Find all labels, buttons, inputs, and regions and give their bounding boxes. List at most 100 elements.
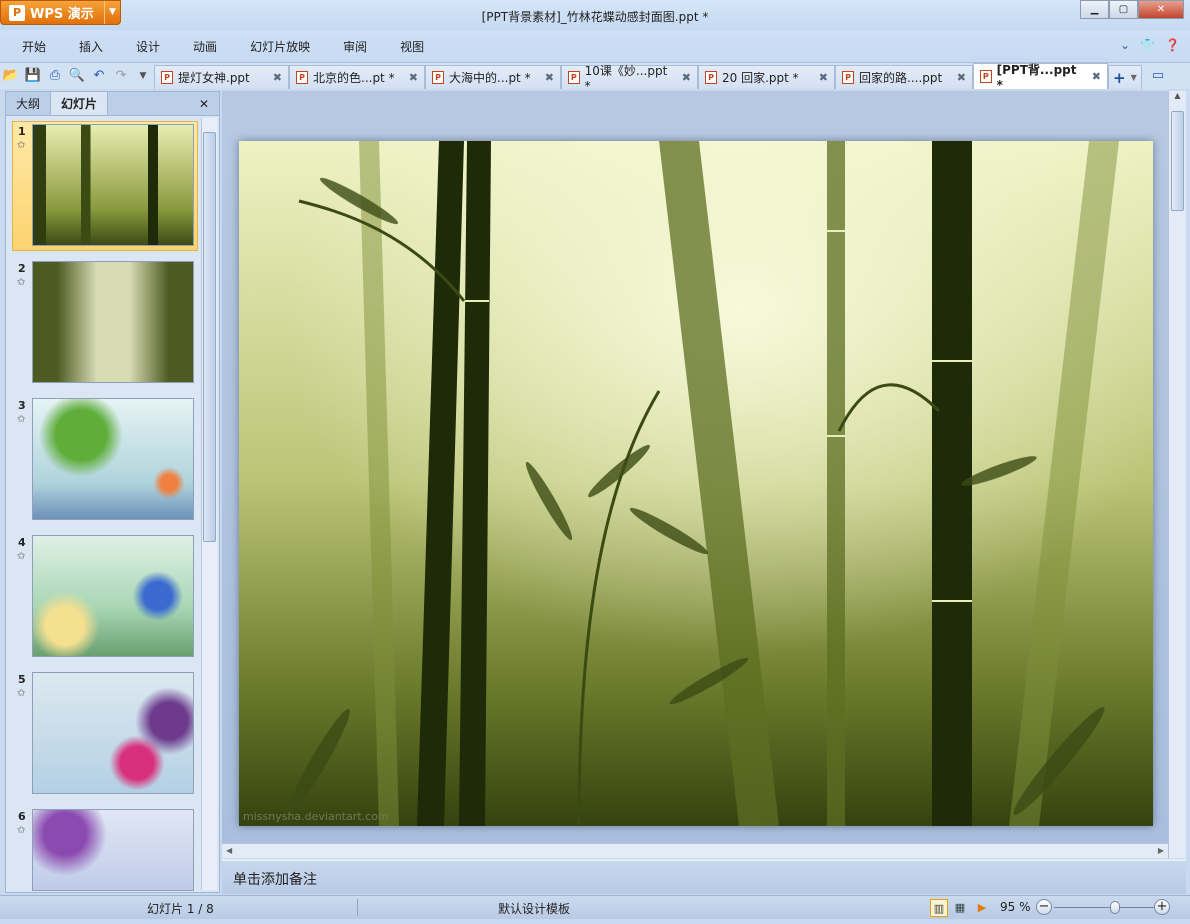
ppt-file-icon: P — [842, 71, 854, 84]
doc-tab-active[interactable]: P [PPT背...ppt * ✖ — [973, 63, 1108, 92]
slide-thumbnail-5[interactable] — [32, 672, 194, 794]
slide-thumbnail-1[interactable] — [32, 124, 194, 246]
slide-number: 2 — [18, 262, 26, 275]
slide-panel: 大纲 幻灯片 ✕ 1 ✩ 2 ✩ 3 ✩ 4 ✩ 5 ✩ 6 ✩ — [5, 91, 220, 893]
close-tab-icon[interactable]: ✖ — [1084, 70, 1101, 83]
print-preview-icon[interactable]: 🔍 — [67, 66, 87, 86]
status-bar: 幻灯片 1 / 8 默认设计模板 ▥ ▦ ▶ 95 % − + — [0, 895, 1190, 919]
design-template-label[interactable]: 默认设计模板 — [498, 900, 570, 917]
scroll-thumb[interactable] — [1171, 111, 1184, 211]
menu-animation[interactable]: 动画 — [193, 38, 217, 55]
menu-slideshow[interactable]: 幻灯片放映 — [250, 38, 310, 55]
new-tab-button[interactable]: + ▼ — [1108, 65, 1142, 89]
status-divider — [357, 899, 358, 916]
zoom-out-button[interactable]: − — [1036, 899, 1052, 915]
open-folder-icon[interactable]: 📂 — [1, 66, 21, 86]
panel-scrollbar[interactable] — [201, 118, 217, 890]
animation-star-icon: ✩ — [17, 825, 26, 836]
print-icon[interactable]: ⎙ — [45, 66, 65, 86]
tab-outline[interactable]: 大纲 — [6, 92, 50, 115]
tab-label: 提灯女神.ppt — [178, 71, 250, 85]
doc-tab[interactable]: P 北京的色...pt * ✖ — [289, 65, 425, 89]
window-title: [PPT背景素材]_竹林花蝶动感封面图.ppt * — [481, 10, 709, 24]
ppt-file-icon: P — [161, 71, 173, 84]
panel-tabs: 大纲 幻灯片 ✕ — [6, 92, 219, 116]
ppt-file-icon: P — [296, 71, 308, 84]
slide-sorter-view-icon[interactable]: ▦ — [951, 899, 969, 917]
animation-star-icon: ✩ — [17, 277, 26, 288]
doc-tab[interactable]: P 回家的路....ppt ✖ — [835, 65, 973, 89]
scroll-left-icon[interactable]: ◀ — [226, 846, 232, 855]
doc-tab[interactable]: P 大海中的...pt * ✖ — [425, 65, 561, 89]
document-tab-bar: 📂 💾 ⎙ 🔍 ↶ ↷ ▼ P 提灯女神.ppt ✖ P 北京的色...pt * ✖ P… — [0, 62, 1190, 93]
doc-tab[interactable]: P 提灯女神.ppt ✖ — [154, 65, 289, 89]
scroll-right-icon[interactable]: ▶ — [1158, 846, 1164, 855]
doc-tab[interactable]: P 20 回家.ppt * ✖ — [698, 65, 835, 89]
slide-thumbnail-2[interactable] — [32, 261, 194, 383]
notes-placeholder: 单击添加备注 — [233, 872, 317, 888]
close-panel-icon[interactable]: ✕ — [189, 92, 219, 115]
normal-view-icon[interactable]: ▥ — [930, 899, 948, 917]
animation-star-icon: ✩ — [17, 414, 26, 425]
tab-label: 大海中的...pt * — [449, 71, 531, 85]
menu-view[interactable]: 视图 — [400, 38, 424, 55]
menu-design[interactable]: 设计 — [136, 38, 160, 55]
menu-right-tools: ⌄ 👕 ❓ — [1120, 38, 1180, 52]
menu-insert[interactable]: 插入 — [79, 38, 103, 55]
window-controls: ▁ ▢ ✕ — [1080, 0, 1184, 19]
scroll-up-icon[interactable]: ▲ — [1169, 91, 1186, 100]
maximize-button[interactable]: ▢ — [1109, 0, 1138, 19]
tab-label: 回家的路....ppt — [859, 71, 943, 85]
slide-thumbnail-3[interactable] — [32, 398, 194, 520]
skin-shirt-icon[interactable]: 👕 — [1140, 38, 1155, 52]
close-tab-icon[interactable]: ✖ — [537, 71, 554, 84]
ppt-file-icon: P — [980, 70, 992, 83]
menu-review[interactable]: 审阅 — [343, 38, 367, 55]
zoom-slider-track[interactable] — [1054, 907, 1154, 908]
doc-tab[interactable]: P 10课《妙...ppt * ✖ — [561, 64, 698, 93]
slideshow-view-icon[interactable]: ▶ — [973, 899, 991, 917]
slide-canvas[interactable]: missnysha.deviantart.com — [239, 141, 1153, 826]
ppt-file-icon: P — [432, 71, 444, 84]
animation-star-icon: ✩ — [17, 688, 26, 699]
slide-thumbnail-6[interactable] — [32, 809, 194, 891]
slide-number: 6 — [18, 810, 26, 823]
close-tab-icon[interactable]: ✖ — [401, 71, 418, 84]
tab-label: 北京的色...pt * — [313, 71, 395, 85]
ppt-file-icon: P — [568, 71, 580, 84]
animation-star-icon: ✩ — [17, 140, 26, 151]
slide-number: 3 — [18, 399, 26, 412]
zoom-in-button[interactable]: + — [1154, 899, 1170, 915]
zoom-level: 95 % — [1000, 900, 1031, 914]
tab-label: 20 回家.ppt * — [722, 71, 799, 85]
zoom-slider-thumb[interactable] — [1110, 901, 1121, 914]
tab-label: [PPT背...ppt * — [996, 63, 1077, 92]
customize-toolbar-icon[interactable]: ▼ — [133, 66, 153, 86]
watermark-text: missnysha.deviantart.com — [243, 810, 389, 823]
slide-number: 1 — [18, 125, 26, 138]
close-tab-icon[interactable]: ✖ — [949, 71, 966, 84]
ppt-file-icon: P — [705, 71, 717, 84]
collapse-ribbon-icon[interactable]: ⌄ — [1120, 38, 1130, 52]
redo-icon[interactable]: ↷ — [111, 66, 131, 86]
save-icon[interactable]: 💾 — [23, 66, 43, 86]
tab-label: 10课《妙...ppt * — [584, 64, 668, 93]
slide-thumbnail-4[interactable] — [32, 535, 194, 657]
menu-home[interactable]: 开始 — [22, 38, 46, 55]
minimize-button[interactable]: ▁ — [1080, 0, 1109, 19]
close-tab-icon[interactable]: ✖ — [674, 71, 691, 84]
horizontal-scrollbar[interactable]: ◀ ▶ — [222, 843, 1168, 858]
close-tab-icon[interactable]: ✖ — [811, 71, 828, 84]
slide-counter: 幻灯片 1 / 8 — [147, 902, 214, 916]
tab-slides[interactable]: 幻灯片 — [50, 92, 109, 115]
animation-star-icon: ✩ — [17, 551, 26, 562]
close-tab-icon[interactable]: ✖ — [265, 71, 282, 84]
help-icon[interactable]: ❓ — [1165, 38, 1180, 52]
vertical-scrollbar[interactable]: ▲ — [1168, 91, 1186, 858]
notes-pane[interactable]: 单击添加备注 — [222, 859, 1186, 894]
close-button[interactable]: ✕ — [1138, 0, 1184, 19]
scroll-thumb[interactable] — [203, 132, 216, 542]
undo-icon[interactable]: ↶ — [89, 66, 109, 86]
tab-list-icon[interactable]: ▭ — [1148, 66, 1168, 86]
menu-bar: 开始 插入 设计 动画 幻灯片放映 审阅 视图 — [0, 30, 1190, 62]
